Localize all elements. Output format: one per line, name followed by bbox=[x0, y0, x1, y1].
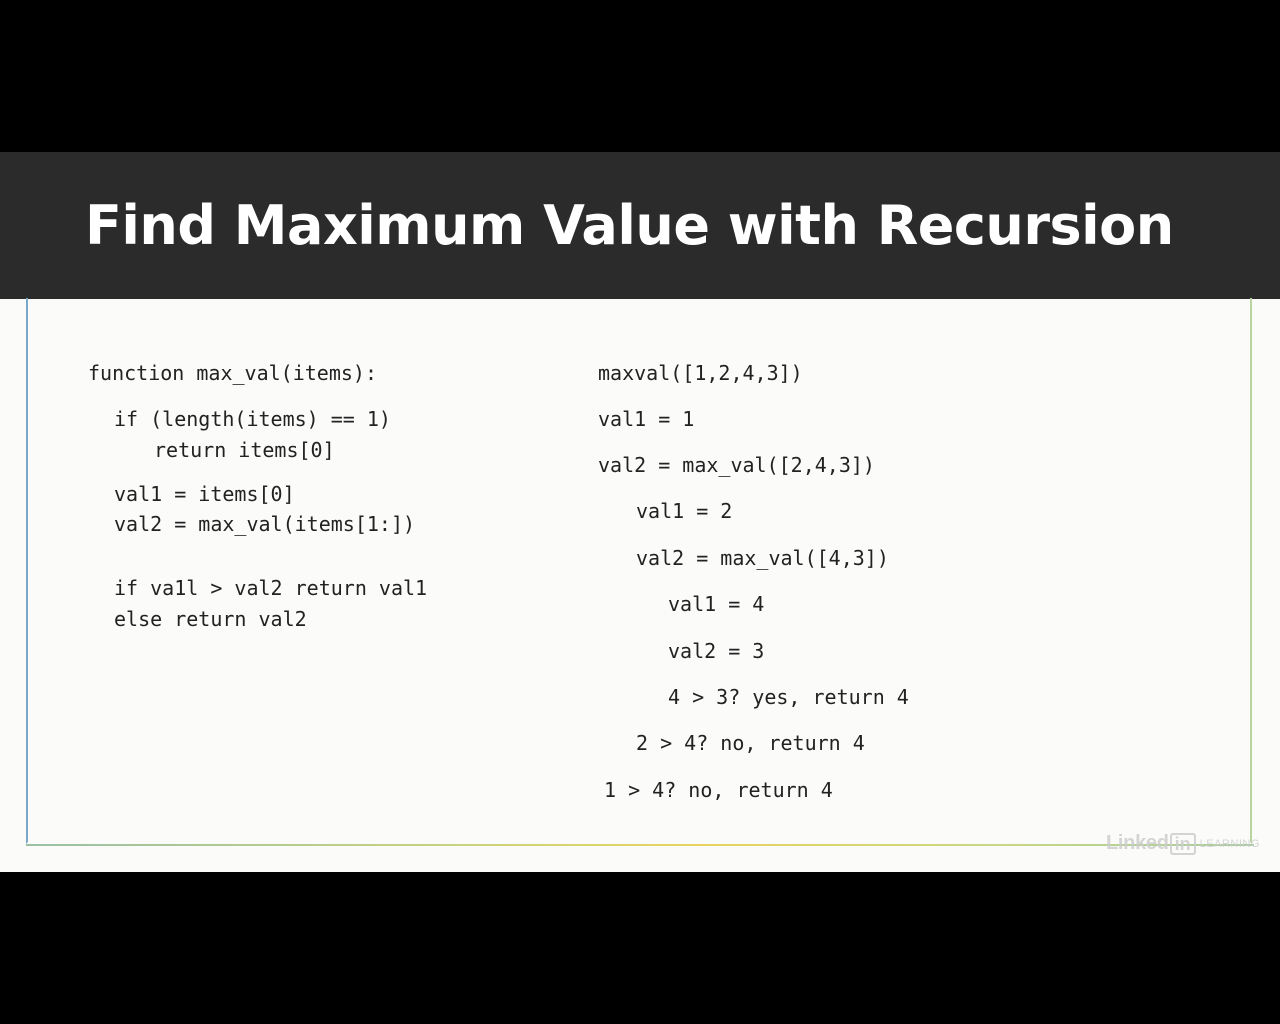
pseudocode-base-case-condition: if (length(items) == 1) bbox=[114, 407, 391, 431]
trace-level1-val2: val2 = max_val([2,4,3]) bbox=[598, 453, 875, 477]
title-band: Find Maximum Value with Recursion bbox=[0, 152, 1280, 299]
watermark-product: LEARNING bbox=[1199, 837, 1260, 850]
trace-level1-val1: val1 = 1 bbox=[598, 407, 695, 431]
pseudocode-else-return: else return val2 bbox=[114, 607, 307, 631]
pseudocode-val2-assignment: val2 = max_val(items[1:]) bbox=[114, 512, 416, 536]
trace-level3-result: 4 > 3? yes, return 4 bbox=[668, 685, 909, 709]
slide: Find Maximum Value with Recursion functi… bbox=[0, 152, 1280, 872]
watermark-in-box: in bbox=[1169, 832, 1196, 855]
pseudocode-base-case-return: return items[0] bbox=[154, 438, 335, 462]
trace-level3-val2: val2 = 3 bbox=[668, 639, 765, 663]
pseudocode-val1-assignment: val1 = items[0] bbox=[114, 482, 295, 506]
trace-level3-val1: val1 = 4 bbox=[668, 592, 765, 616]
trace-level2-val2: val2 = max_val([4,3]) bbox=[636, 546, 889, 570]
linkedin-learning-watermark: Linked in LEARNING bbox=[1106, 832, 1260, 855]
trace-level1-result: 1 > 4? no, return 4 bbox=[604, 778, 833, 802]
pseudocode-function-signature: function max_val(items): bbox=[88, 361, 377, 385]
pseudocode-compare-return: if va1l > val2 return val1 bbox=[114, 576, 428, 600]
video-frame: Find Maximum Value with Recursion functi… bbox=[0, 0, 1280, 1024]
watermark-brand-word: Linked bbox=[1106, 832, 1169, 854]
trace-level2-val1: val1 = 2 bbox=[636, 499, 733, 523]
slide-border-bottom bbox=[26, 844, 1254, 846]
slide-title: Find Maximum Value with Recursion bbox=[85, 194, 1174, 257]
trace-level2-result: 2 > 4? no, return 4 bbox=[636, 731, 865, 755]
trace-initial-call: maxval([1,2,4,3]) bbox=[598, 361, 803, 385]
